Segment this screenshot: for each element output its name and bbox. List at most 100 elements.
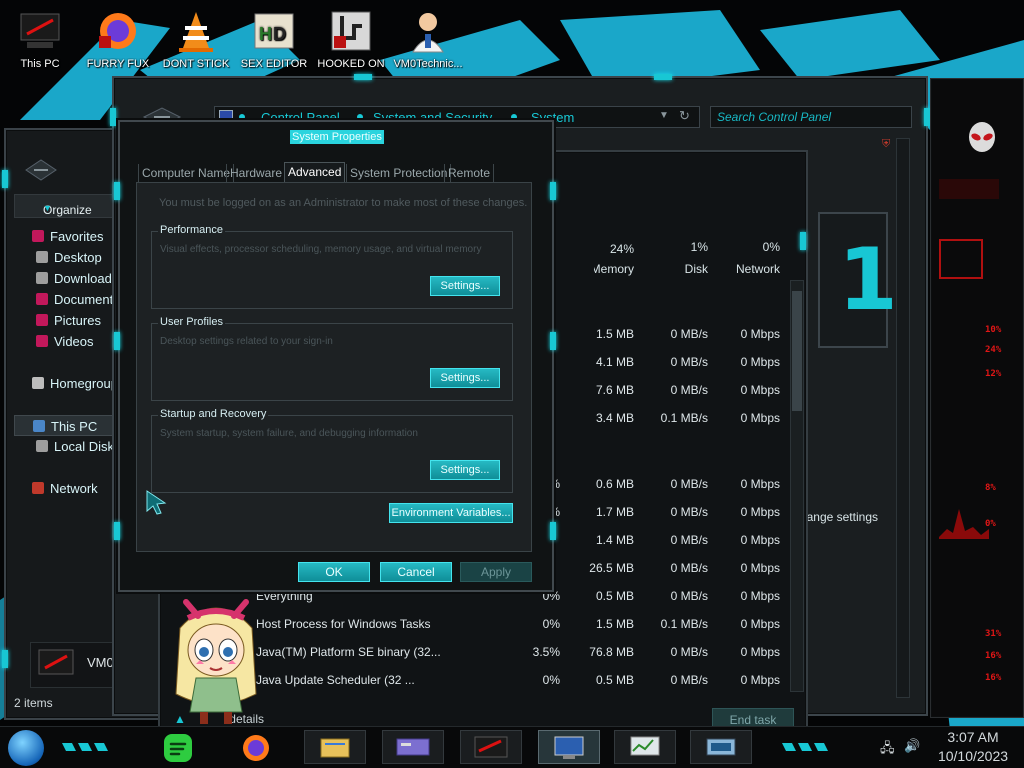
process-disk: 0 MB/s [670, 589, 708, 603]
red-graph [939, 499, 989, 539]
firefox-icon[interactable] [238, 731, 274, 765]
environment-variables-button[interactable]: Environment Variables... [389, 503, 513, 523]
header-network[interactable]: Network [720, 262, 780, 276]
svg-text:H: H [259, 24, 272, 44]
decorative-bezel: 1 [818, 212, 898, 348]
group-description: Visual effects, processor scheduling, me… [160, 244, 482, 255]
process-cpu: 3.5% [532, 645, 560, 659]
computer-icon [17, 8, 63, 54]
tab-system-protection[interactable]: System Protection [346, 164, 452, 182]
frame-accent [2, 170, 8, 188]
hxd-editor-icon: HD [251, 8, 297, 54]
desktop-icon-sex-editor[interactable]: HD SEX EDITOR [236, 8, 312, 70]
process-network: 0 Mbps [740, 617, 780, 631]
taskbar-task-manager[interactable] [614, 730, 676, 764]
this-pc-icon [33, 420, 45, 432]
desktop-icon [36, 251, 48, 263]
start-orb-icon[interactable] [8, 730, 44, 766]
volume-icon[interactable]: 🔊 [904, 738, 920, 754]
process-memory: 4.1 MB [595, 355, 634, 369]
frame-accent [550, 332, 556, 350]
process-name: Java(TM) Platform SE binary (32... [256, 645, 441, 659]
nav-back-icon[interactable] [24, 158, 58, 182]
nav-item-label: Downloads [54, 271, 119, 286]
spotify-icon[interactable] [160, 731, 196, 765]
search-input[interactable]: Search Control Panel [710, 106, 912, 128]
process-network: 0 Mbps [740, 477, 780, 491]
process-memory: 1.7 MB [595, 505, 634, 519]
status-item-count: 2 items [14, 696, 53, 710]
process-memory: 0.6 MB [595, 477, 634, 491]
frame-accent [800, 232, 806, 250]
alienware-app-icon [474, 736, 508, 758]
taskbar-system-properties[interactable] [538, 730, 600, 764]
local-disk-icon [36, 440, 48, 452]
nav-item-label: Documents [54, 292, 120, 307]
process-disk: 0 MB/s [670, 673, 708, 687]
process-network: 0 Mbps [740, 589, 780, 603]
task-manager-icon [630, 736, 660, 756]
nav-item-label: Favorites [50, 229, 104, 244]
startup-recovery-group: Startup and Recovery System startup, sys… [151, 408, 513, 493]
process-network: 0 Mbps [740, 673, 780, 687]
computer-icon [38, 649, 74, 675]
startup-recovery-settings-button[interactable]: Settings... [430, 460, 500, 480]
performance-settings-button[interactable]: Settings... [430, 276, 500, 296]
admin-note: You must be logged on as an Administrato… [159, 197, 528, 209]
process-disk: 0 MB/s [670, 561, 708, 575]
usage-readout: 16% [985, 651, 1002, 661]
ok-button[interactable]: OK [298, 562, 370, 582]
chevron-down-icon[interactable]: ▼ [659, 110, 669, 121]
favorites-icon [32, 230, 44, 242]
red-gauge [939, 239, 983, 279]
frame-accent [354, 74, 372, 80]
scrollbar-thumb[interactable] [792, 291, 802, 411]
desktop-icon-dont-stick[interactable]: DONT STICK [158, 8, 234, 70]
documents-icon [36, 293, 48, 305]
desktop-icon-this-pc[interactable]: This PC [2, 8, 78, 70]
process-disk: 0 MB/s [670, 383, 708, 397]
control-panel-scrollbar[interactable] [896, 138, 910, 698]
header-disk[interactable]: Disk [656, 262, 708, 276]
user-profiles-settings-button[interactable]: Settings... [430, 368, 500, 388]
tab-hardware[interactable]: Hardware [226, 164, 287, 182]
taskbar-system-window[interactable] [690, 730, 752, 764]
tab-advanced[interactable]: Advanced [284, 162, 346, 182]
frame-accent [550, 522, 556, 540]
dialog-title: System Properties [290, 130, 384, 144]
taskbar: 🖧 🔊 3:07 AM 10/10/2023 [0, 726, 1024, 768]
change-settings-link[interactable]: Change settings [798, 510, 878, 527]
process-network: 0 Mbps [740, 533, 780, 547]
desktop-icon-furry-fux[interactable]: FURRY FUX [80, 8, 156, 70]
taskbar-alienware-app[interactable] [460, 730, 522, 764]
process-memory: 76.8 MB [589, 645, 634, 659]
taskbar-control-panel[interactable] [382, 730, 444, 764]
system-clock[interactable]: 3:07 AM 10/10/2023 [928, 728, 1018, 766]
apply-button[interactable]: Apply [460, 562, 532, 582]
folder-icon [320, 738, 350, 758]
desktop-icon-hooked-on[interactable]: HOOKED ON [313, 8, 389, 70]
process-memory: 0.5 MB [595, 589, 634, 603]
process-memory: 3.4 MB [595, 411, 634, 425]
cancel-button[interactable]: Cancel [380, 562, 452, 582]
header-memory[interactable]: Memory [580, 262, 634, 279]
process-list-scrollbar[interactable] [790, 280, 804, 692]
taskbar-accent [62, 739, 112, 755]
nav-item-label: Desktop [54, 250, 102, 265]
network-tray-icon[interactable]: 🖧 [880, 739, 896, 755]
nav-item-label: Homegroup [50, 376, 118, 391]
process-network: 0 Mbps [740, 327, 780, 341]
alien-logo-icon [965, 119, 999, 153]
taskbar-file-explorer[interactable] [304, 730, 366, 764]
refresh-icon[interactable]: ↻ [679, 108, 690, 124]
desktop-icon-vm0technic[interactable]: VM0Technic... [390, 8, 466, 70]
process-memory: 1.5 MB [595, 617, 634, 631]
tab-remote[interactable]: Remote [444, 164, 495, 182]
nav-item-label: Network [50, 481, 98, 496]
usage-readout: 12% [985, 369, 1002, 379]
process-network: 0 Mbps [740, 411, 780, 425]
tab-computer-name[interactable]: Computer Name [138, 164, 235, 182]
group-description: Desktop settings related to your sign-in [160, 336, 333, 347]
nav-item-label: This PC [51, 419, 98, 434]
vlc-cone-icon [173, 8, 219, 54]
